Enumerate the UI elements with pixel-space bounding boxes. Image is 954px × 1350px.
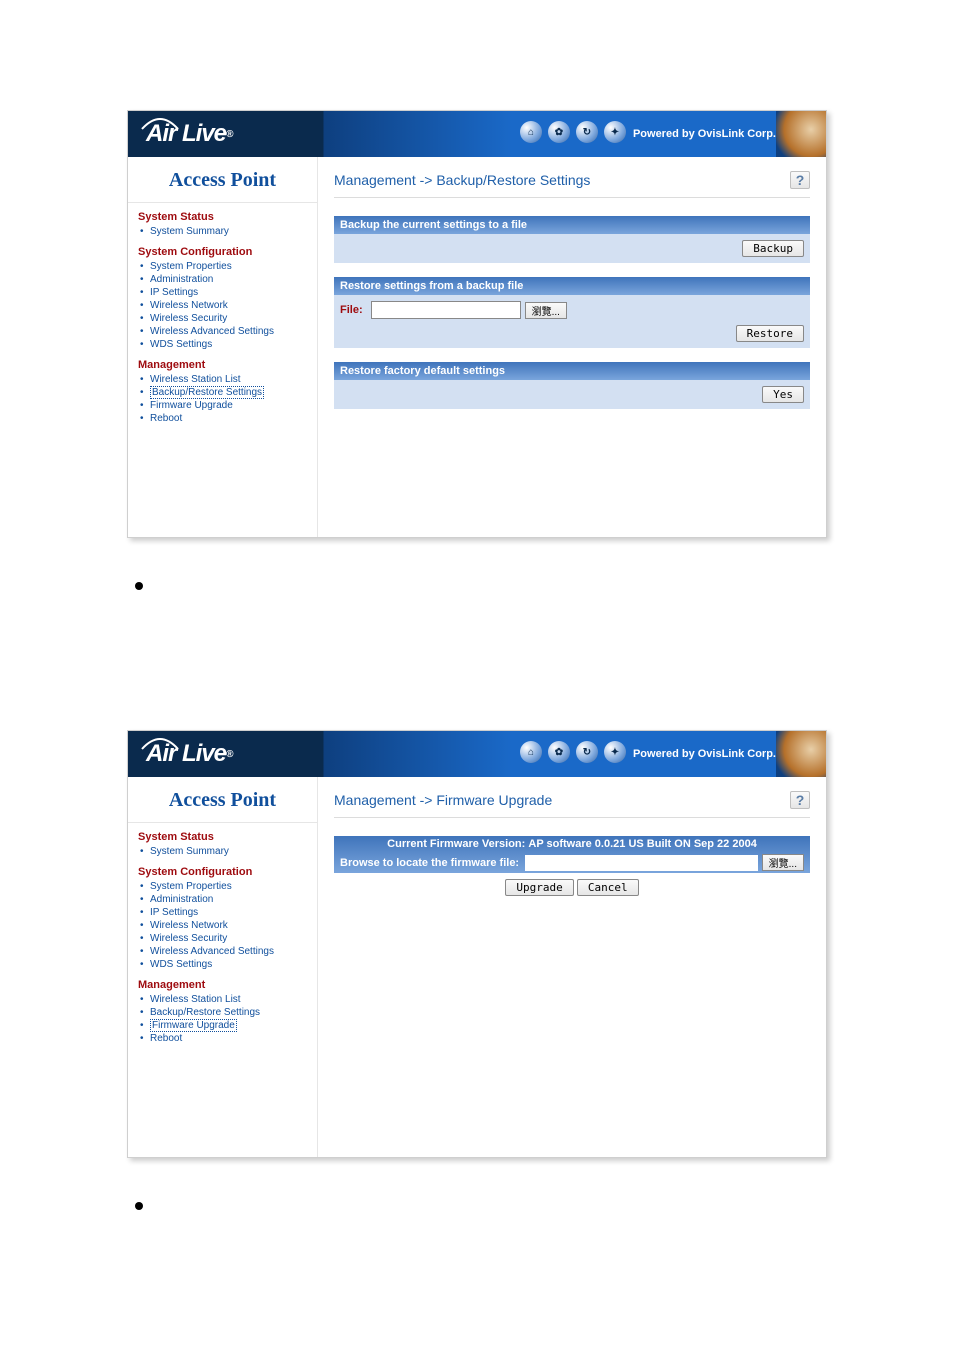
fw-version-label: Current Firmware Version: (387, 838, 525, 850)
powered-by: Powered by OvisLink Corp. (633, 128, 776, 140)
refresh-icon[interactable]: ↻ (576, 741, 598, 763)
sidebar-item-wds-settings[interactable]: WDS Settings (140, 958, 307, 971)
sidebar-item-system-summary[interactable]: System Summary (140, 845, 307, 858)
sidebar-item-system-properties[interactable]: System Properties (140, 880, 307, 893)
content-area: Management -> Backup/Restore Settings ? … (318, 157, 826, 537)
sidebar-item-reboot[interactable]: Reboot (140, 412, 307, 425)
sidebar-item-reboot[interactable]: Reboot (140, 1032, 307, 1045)
home-icon[interactable]: ⌂ (520, 121, 542, 143)
group-management: Management (138, 359, 307, 371)
sidebar: Access Point System Status System Summar… (128, 777, 318, 1157)
refresh-icon[interactable]: ↻ (576, 121, 598, 143)
breadcrumb: Management -> Firmware Upgrade (334, 792, 552, 808)
sidebar-item-administration[interactable]: Administration (140, 273, 307, 286)
sidebar-item-system-summary[interactable]: System Summary (140, 225, 307, 238)
sidebar-item-wireless-network[interactable]: Wireless Network (140, 299, 307, 312)
top-toolbar: ⌂ ✿ ↻ ✦ (520, 121, 626, 143)
globe-icon[interactable]: ✿ (548, 741, 570, 763)
doc-bullet-2 (127, 1198, 827, 1210)
browse-button[interactable]: 瀏覽... (525, 302, 567, 319)
powered-by: Powered by OvisLink Corp. (633, 748, 776, 760)
help-button[interactable]: ? (790, 791, 810, 809)
restore-button[interactable]: Restore (736, 325, 804, 342)
help-button[interactable]: ? (790, 171, 810, 189)
sidebar: Access Point System Status System Summar… (128, 157, 318, 537)
breadcrumb: Management -> Backup/Restore Settings (334, 172, 590, 188)
decorative-photo (776, 731, 826, 777)
sidebar-item-wds-settings[interactable]: WDS Settings (140, 338, 307, 351)
firmware-header: Current Firmware Version: AP software 0.… (334, 836, 810, 873)
device-mode-title: Access Point (128, 157, 317, 203)
sidebar-item-ip-settings[interactable]: IP Settings (140, 906, 307, 919)
factory-reset-button[interactable]: Yes (762, 386, 804, 403)
device-mode-title: Access Point (128, 777, 317, 823)
browse-button[interactable]: 瀏覽... (762, 854, 804, 871)
brand-logo: Air Live® (146, 111, 232, 157)
sidebar-item-wireless-security[interactable]: Wireless Security (140, 932, 307, 945)
group-system-configuration: System Configuration (138, 866, 307, 878)
sidebar-item-firmware-upgrade[interactable]: Firmware Upgrade (140, 1019, 307, 1032)
group-system-status: System Status (138, 211, 307, 223)
bullet-icon (135, 1202, 143, 1210)
top-bar: Air Live® ⌂ ✿ ↻ ✦ Powered by OvisLink Co… (128, 111, 826, 157)
sidebar-item-wireless-advanced[interactable]: Wireless Advanced Settings (140, 945, 307, 958)
sidebar-item-wireless-station-list[interactable]: Wireless Station List (140, 373, 307, 386)
sidebar-item-wireless-security[interactable]: Wireless Security (140, 312, 307, 325)
group-system-status: System Status (138, 831, 307, 843)
sidebar-item-wireless-advanced[interactable]: Wireless Advanced Settings (140, 325, 307, 338)
backup-button[interactable]: Backup (742, 240, 804, 257)
section-factory-title: Restore factory default settings (334, 362, 810, 380)
sidebar-item-backup-restore[interactable]: Backup/Restore Settings (140, 1006, 307, 1019)
top-bar: Air Live® ⌂ ✿ ↻ ✦ Powered by OvisLink Co… (128, 731, 826, 777)
sidebar-item-system-properties[interactable]: System Properties (140, 260, 307, 273)
group-management: Management (138, 979, 307, 991)
fw-version-value: AP software 0.0.21 US Built ON Sep 22 20… (528, 838, 756, 850)
sidebar-item-firmware-upgrade[interactable]: Firmware Upgrade (140, 399, 307, 412)
app-window-backup: Air Live® ⌂ ✿ ↻ ✦ Powered by OvisLink Co… (127, 110, 827, 538)
section-restore-title: Restore settings from a backup file (334, 277, 810, 295)
sidebar-item-administration[interactable]: Administration (140, 893, 307, 906)
home-icon[interactable]: ⌂ (520, 741, 542, 763)
globe-icon[interactable]: ✿ (548, 121, 570, 143)
section-backup-title: Backup the current settings to a file (334, 216, 810, 234)
content-area: Management -> Firmware Upgrade ? Current… (318, 777, 826, 1157)
bullet-icon (135, 582, 143, 590)
upgrade-button[interactable]: Upgrade (505, 879, 573, 896)
doc-bullet-1 (127, 578, 827, 590)
sidebar-item-ip-settings[interactable]: IP Settings (140, 286, 307, 299)
decorative-photo (776, 111, 826, 157)
fw-browse-label: Browse to locate the firmware file: (340, 857, 519, 869)
logout-icon[interactable]: ✦ (604, 121, 626, 143)
sidebar-item-wireless-station-list[interactable]: Wireless Station List (140, 993, 307, 1006)
sidebar-item-wireless-network[interactable]: Wireless Network (140, 919, 307, 932)
top-toolbar: ⌂ ✿ ↻ ✦ (520, 741, 626, 763)
firmware-file-input[interactable] (525, 855, 758, 871)
file-label: File: (340, 304, 363, 316)
restore-file-input[interactable] (371, 301, 521, 319)
brand-logo: Air Live® (146, 731, 232, 777)
cancel-button[interactable]: Cancel (577, 879, 639, 896)
group-system-configuration: System Configuration (138, 246, 307, 258)
logout-icon[interactable]: ✦ (604, 741, 626, 763)
app-window-firmware: Air Live® ⌂ ✿ ↻ ✦ Powered by OvisLink Co… (127, 730, 827, 1158)
sidebar-item-backup-restore[interactable]: Backup/Restore Settings (140, 386, 307, 399)
